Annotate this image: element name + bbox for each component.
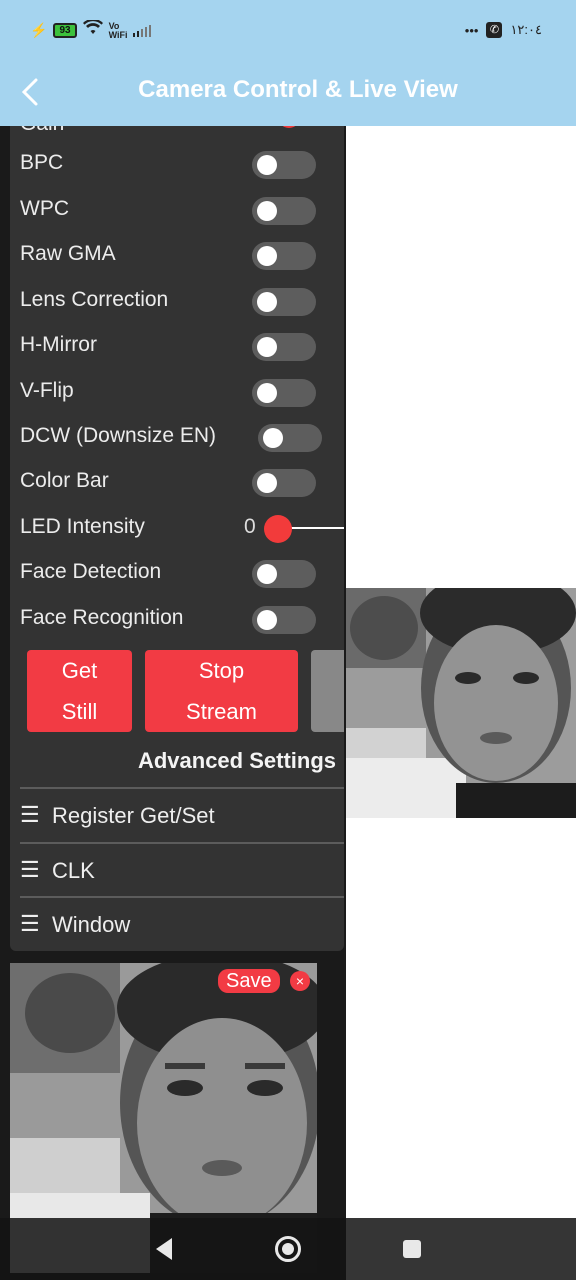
get-still-line2: Still <box>61 699 98 724</box>
menu-register-get-set[interactable]: ☰ Register Get/Set <box>10 790 344 842</box>
status-bar: ⚡ 93 Vo WiFi ••• ✆ ١٢:٠٤ <box>0 0 576 60</box>
toggle-thumb <box>257 610 277 630</box>
stop-stream-button[interactable]: Stop Stream <box>145 650 298 732</box>
close-icon[interactable]: × <box>290 971 310 991</box>
led-intensity-thumb[interactable] <box>264 515 292 543</box>
nav-home-icon[interactable] <box>275 1236 301 1262</box>
toggle-thumb <box>257 383 277 403</box>
menu-icon: ☰ <box>20 911 40 936</box>
setting-row-h-mirror: H-Mirror <box>10 326 344 366</box>
nav-recents-icon[interactable] <box>403 1240 421 1258</box>
advanced-settings-title: Advanced Settings <box>137 748 336 773</box>
status-left: ⚡ 93 Vo WiFi <box>30 18 152 41</box>
lens-correction-toggle[interactable] <box>252 288 316 316</box>
setting-row-raw-gma: Raw GMA <box>10 235 344 275</box>
toggle-thumb <box>257 564 277 584</box>
setting-label: Raw GMA <box>20 242 116 265</box>
wpc-toggle[interactable] <box>252 197 316 225</box>
charging-icon: ⚡ <box>30 22 48 38</box>
app-header: Camera Control & Live View <box>0 60 576 126</box>
menu-window[interactable]: ☰ Window <box>10 899 344 951</box>
stop-stream-line2: Stream <box>186 699 257 724</box>
setting-row-face-detection: Face Detection <box>10 553 344 593</box>
setting-row-bpc: BPC <box>10 144 344 184</box>
setting-label: Color Bar <box>20 469 109 492</box>
v-flip-toggle[interactable] <box>252 379 316 407</box>
setting-row-color-bar: Color Bar <box>10 462 344 502</box>
setting-row-lens-correction: Lens Correction <box>10 281 344 321</box>
setting-label: H-Mirror <box>20 333 97 356</box>
signal-icon <box>133 24 152 37</box>
system-nav-bar <box>0 1218 576 1280</box>
stop-stream-line1: Stop <box>198 658 245 683</box>
setting-label: LED Intensity <box>20 515 145 538</box>
setting-label: Face Detection <box>20 560 162 583</box>
setting-label: Face Recognition <box>20 606 184 629</box>
setting-row-v-flip: V-Flip <box>10 372 344 412</box>
vowifi-label: Vo WiFi <box>108 21 128 40</box>
nav-back-icon[interactable] <box>152 1236 176 1262</box>
more-dots-icon: ••• <box>464 22 479 38</box>
toggle-thumb <box>257 337 277 357</box>
divider <box>20 842 344 844</box>
battery-indicator: 93 <box>53 23 77 38</box>
color-bar-toggle[interactable] <box>252 469 316 497</box>
setting-label: BPC <box>20 151 64 174</box>
h-mirror-toggle[interactable] <box>252 333 316 361</box>
live-photo <box>346 588 576 818</box>
menu-label: CLK <box>52 858 95 883</box>
toggle-thumb <box>257 155 277 175</box>
toggle-thumb <box>257 201 277 221</box>
wifi-icon <box>82 18 103 41</box>
setting-row-wpc: WPC <box>10 190 344 230</box>
face-detection-toggle[interactable] <box>252 560 316 588</box>
control-panel[interactable]: Gain BPC WPC Raw GMA Lens Correction H-M… <box>0 126 346 1280</box>
toggle-thumb <box>257 292 277 312</box>
setting-row-led-intensity: LED Intensity 0 <box>10 508 344 548</box>
get-still-button[interactable]: Get Still <box>27 650 132 732</box>
raw-gma-toggle[interactable] <box>252 242 316 270</box>
offscreen-button[interactable] <box>311 650 344 732</box>
settings-card: Gain BPC WPC Raw GMA Lens Correction H-M… <box>10 126 344 951</box>
face-recognition-toggle[interactable] <box>252 606 316 634</box>
menu-clk[interactable]: ☰ CLK <box>10 845 344 897</box>
page-title: Camera Control & Live View <box>138 76 458 103</box>
get-still-line1: Get <box>61 658 98 683</box>
menu-label: Register Get/Set <box>52 803 215 828</box>
status-right: ••• ✆ ١٢:٠٤ <box>465 22 542 38</box>
vowifi-bottom: WiFi <box>108 29 128 40</box>
setting-label: V-Flip <box>20 379 74 402</box>
menu-icon: ☰ <box>20 857 40 882</box>
gain-slider[interactable] <box>248 126 344 130</box>
toggle-thumb <box>257 473 277 493</box>
menu-icon: ☰ <box>20 802 40 827</box>
setting-label: WPC <box>20 197 69 220</box>
setting-label: DCW (Downsize EN) <box>20 424 217 447</box>
divider <box>20 896 344 898</box>
live-view-stream <box>346 588 576 818</box>
dcw-toggle[interactable] <box>258 424 322 452</box>
toggle-thumb <box>257 246 277 266</box>
led-intensity-value: 0 <box>244 515 256 538</box>
save-button[interactable]: Save <box>218 969 280 993</box>
bpc-toggle[interactable] <box>252 151 316 179</box>
gain-slider-thumb[interactable] <box>278 126 300 128</box>
setting-row-face-recognition: Face Recognition <box>10 599 344 639</box>
menu-label: Window <box>52 912 131 937</box>
call-icon: ✆ <box>486 22 503 38</box>
clock: ١٢:٠٤ <box>510 22 542 37</box>
toggle-thumb <box>263 428 283 448</box>
divider <box>20 787 344 789</box>
gain-label: Gain <box>20 126 64 136</box>
setting-label: Lens Correction <box>20 288 169 311</box>
setting-row-dcw: DCW (Downsize EN) <box>10 417 344 457</box>
